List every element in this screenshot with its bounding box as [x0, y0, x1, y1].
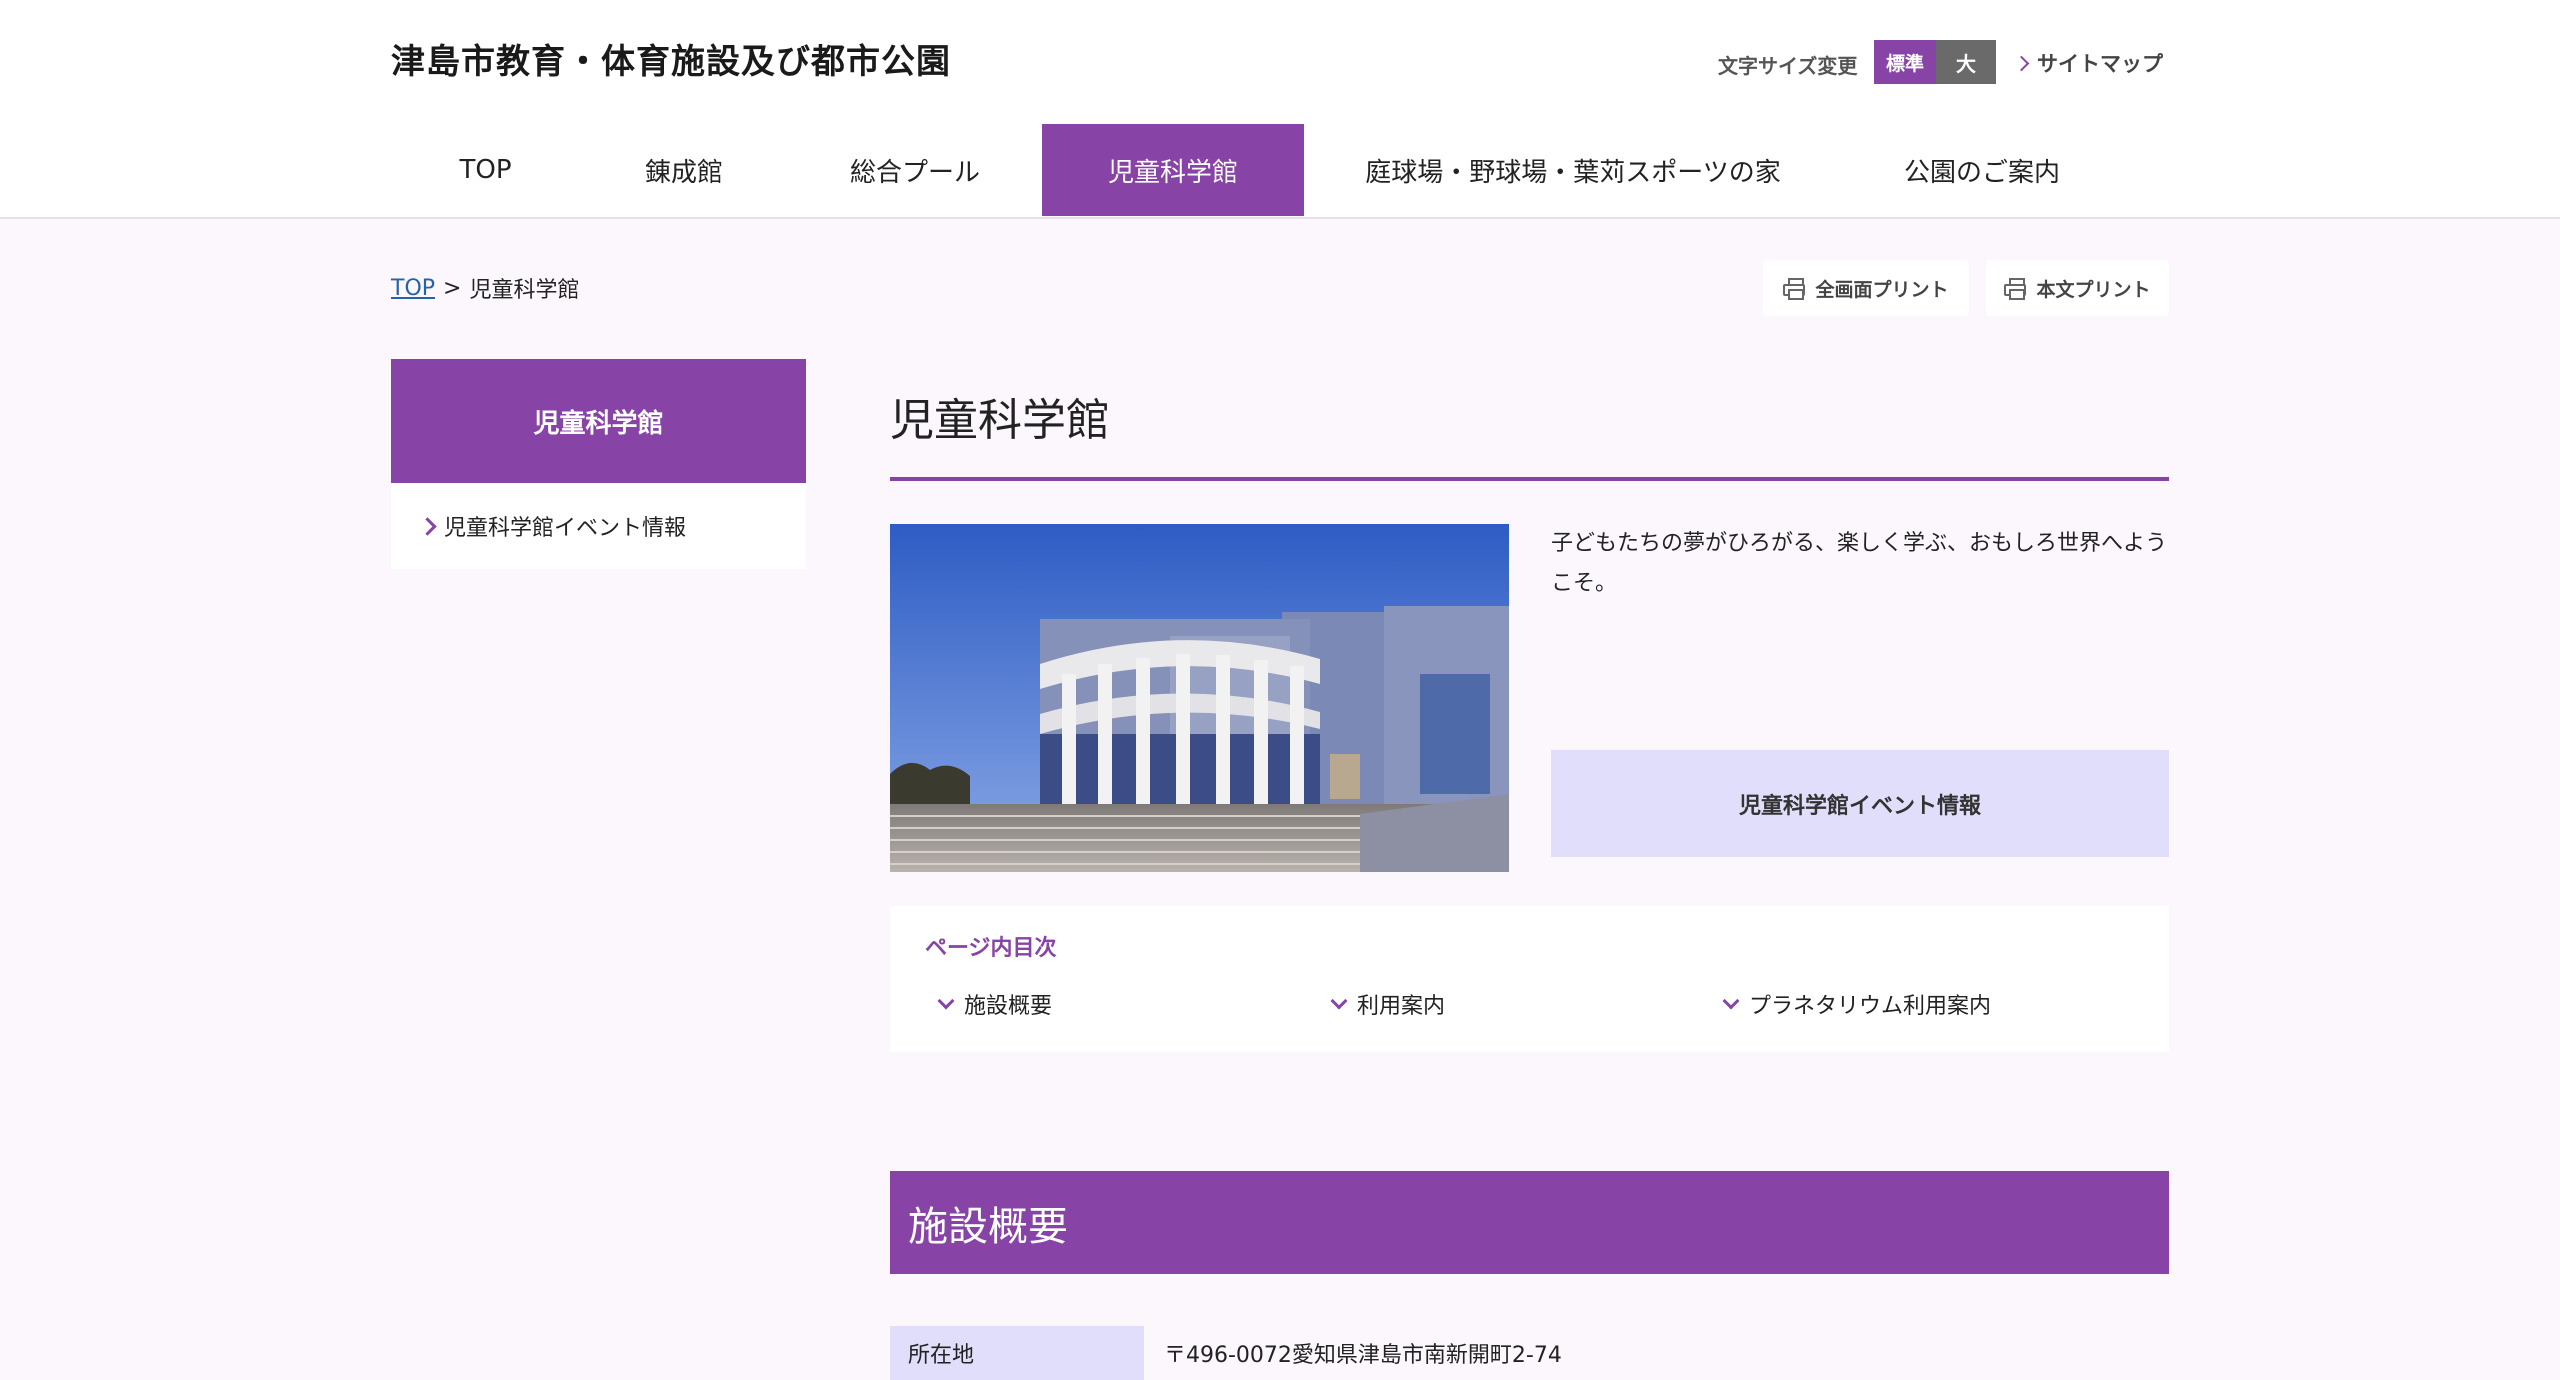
printer-icon [1783, 278, 1806, 300]
toc-title: ページ内目次 [925, 936, 1057, 961]
toc-item-label: 施設概要 [964, 994, 1053, 1019]
nav-item-parks[interactable]: 公園のご案内 [1842, 124, 2122, 216]
chevron-down-icon [937, 992, 955, 1010]
section-heading-overview: 施設概要 [890, 1171, 2169, 1274]
print-body-label: 本文プリント [2036, 278, 2151, 301]
chevron-down-icon [1722, 992, 1740, 1010]
breadcrumb: TOP > 児童科学館 [391, 272, 579, 304]
breadcrumb-home-link[interactable]: TOP [391, 276, 435, 301]
nav-item-science-museum[interactable]: 児童科学館 [1042, 124, 1304, 216]
font-size-large-button[interactable]: 大 [1936, 40, 1996, 84]
building-photo [890, 524, 1509, 872]
info-row-address: 所在地 〒496-0072愛知県津島市南新開町2-74 [890, 1326, 2169, 1380]
toc-item-overview[interactable]: 施設概要 [937, 988, 1053, 1020]
font-size-label: 文字サイズ変更 [1718, 54, 1858, 78]
toc-item-label: 利用案内 [1357, 994, 1446, 1019]
info-label: 所在地 [890, 1326, 1144, 1380]
global-nav: TOP 錬成館 総合プール 児童科学館 庭球場・野球場・葉苅スポーツの家 公園の… [391, 124, 2122, 217]
toc-item-usage[interactable]: 利用案内 [1330, 988, 1446, 1020]
info-value: 〒496-0072愛知県津島市南新開町2-74 [1164, 1343, 1562, 1368]
nav-item-pool[interactable]: 総合プール [788, 124, 1042, 216]
print-full-label: 全画面プリント [1815, 278, 1949, 301]
breadcrumb-separator: > [443, 275, 462, 301]
nav-item-rensei[interactable]: 錬成館 [580, 124, 788, 216]
print-full-button[interactable]: 全画面プリント [1763, 260, 1969, 316]
site-title[interactable]: 津島市教育・体育施設及び都市公園 [391, 34, 951, 83]
sitemap-label: サイトマップ [2037, 52, 2163, 76]
toc-item-label: プラネタリウム利用案内 [1749, 994, 1992, 1019]
page-toc: ページ内目次 施設概要 利用案内 プラネタリウム利用案内 [890, 906, 2169, 1052]
chevron-right-icon [2013, 55, 2030, 71]
font-size-standard-button[interactable]: 標準 [1874, 40, 1936, 84]
sidebar-item-event-info[interactable]: 児童科学館イベント情報 [391, 483, 806, 569]
print-body-button[interactable]: 本文プリント [1986, 260, 2169, 316]
printer-icon [2004, 278, 2027, 300]
title-divider [890, 477, 2169, 481]
event-info-button[interactable]: 児童科学館イベント情報 [1551, 750, 2169, 857]
site-header: 津島市教育・体育施設及び都市公園 文字サイズ変更 標準 大 サイトマップ TOP… [0, 0, 2560, 219]
sidebar-item-label: 児童科学館イベント情報 [444, 516, 687, 541]
chevron-right-icon [418, 516, 437, 536]
intro-text: 子どもたちの夢がひろがる、楽しく学ぶ、おもしろ世界へようこそ。 [1551, 531, 2168, 596]
chevron-down-icon [1330, 992, 1348, 1010]
nav-item-top[interactable]: TOP [391, 124, 580, 216]
page-title: 児童科学館 [890, 395, 1110, 446]
sitemap-link[interactable]: サイトマップ [2013, 48, 2163, 78]
nav-item-sports-fields[interactable]: 庭球場・野球場・葉苅スポーツの家 [1304, 124, 1842, 216]
toc-item-planetarium[interactable]: プラネタリウム利用案内 [1722, 988, 1992, 1020]
sidebar-heading[interactable]: 児童科学館 [391, 359, 806, 483]
breadcrumb-current: 児童科学館 [469, 278, 580, 303]
